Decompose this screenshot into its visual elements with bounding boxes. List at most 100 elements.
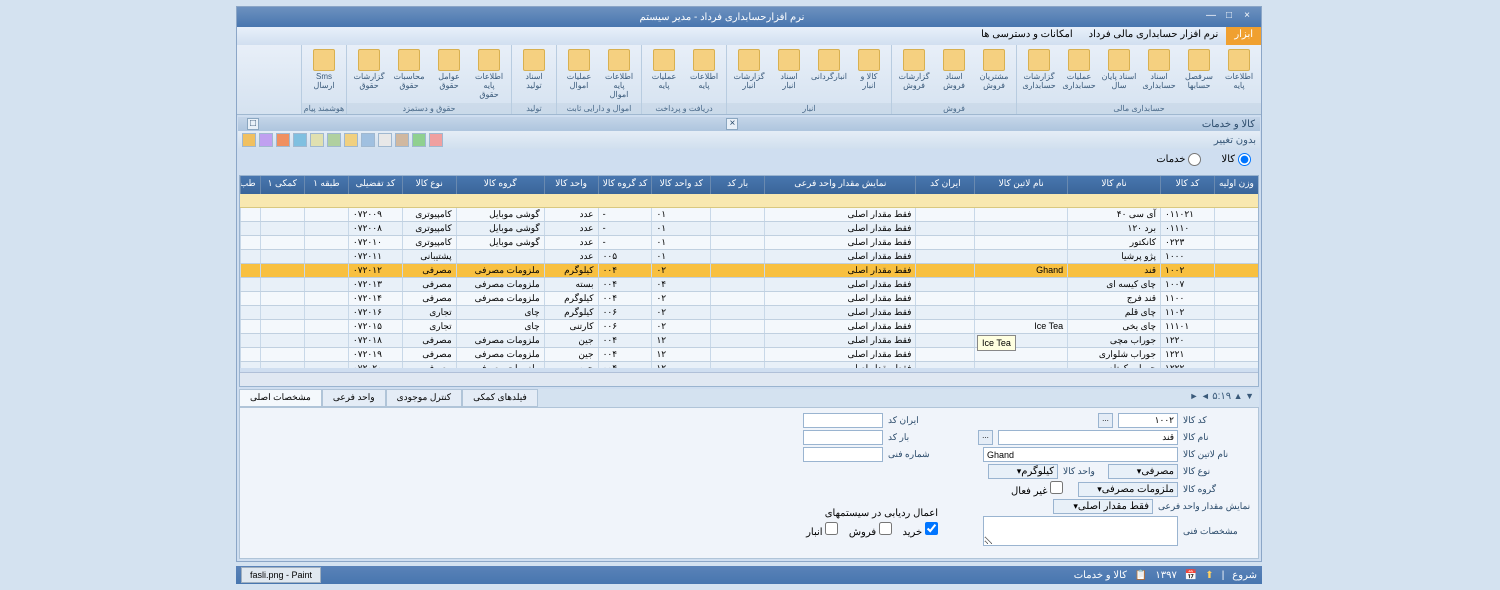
table-row[interactable]: ۱۲۲۱جوراب شلواریفقط مقدار اصلی۱۲۰۰۴جینمل… xyxy=(240,348,1258,362)
btn-lookup[interactable]: ... xyxy=(978,430,993,445)
ribbon-button[interactable]: اطلاعات پایهاموال xyxy=(599,47,639,101)
tool-icon[interactable] xyxy=(259,133,273,147)
close-icon[interactable]: × xyxy=(1240,10,1254,24)
tab-subunit[interactable]: واحد فرعی xyxy=(322,389,386,407)
table-row[interactable]: ۱۲۲۰جوراب مچیفقط مقدار اصلی۱۲۰۰۴جینملزوم… xyxy=(240,334,1258,348)
col-header[interactable]: کد واحد کالا xyxy=(651,176,710,194)
h-scrollbar[interactable] xyxy=(240,372,1258,386)
inp-tech[interactable] xyxy=(983,516,1178,546)
ribbon-button[interactable]: اسناد پایانسال xyxy=(1099,47,1139,101)
ribbon-button[interactable]: عواملحقوق xyxy=(429,47,469,101)
ribbon-button[interactable]: اطلاعات پایهحقوق xyxy=(469,47,509,101)
ribbon-button[interactable]: کالا وانبار xyxy=(849,47,889,101)
table-row[interactable]: ۰۱۱۰۲۱آی سی ۴۰فقط مقدار اصلی۰۱-عددگوشی م… xyxy=(240,208,1258,222)
tab-helper[interactable]: فیلدهای کمکی xyxy=(462,389,538,407)
tab-main[interactable]: مشخصات اصلی xyxy=(239,389,322,407)
col-header[interactable]: نام لاتین کالا xyxy=(974,176,1067,194)
chk-buy[interactable]: خرید xyxy=(902,527,938,538)
col-header[interactable]: کد تفضیلی xyxy=(348,176,402,194)
col-header[interactable]: طب xyxy=(240,176,260,194)
ribbon-button[interactable]: اطلاعاتپایه xyxy=(1219,47,1259,101)
table-row[interactable]: ۱۱۰۰قند فرجفقط مقدار اصلی۰۲۰۰۴کیلوگرمملز… xyxy=(240,292,1258,306)
col-header[interactable]: نمایش مقدار واحد فرعی xyxy=(764,176,915,194)
sub-max-icon[interactable]: □ xyxy=(247,118,259,130)
ribbon-button[interactable]: اسنادتولید xyxy=(514,47,554,101)
chk-inactive[interactable]: غیر فعال xyxy=(1011,481,1063,497)
inp-bar[interactable] xyxy=(803,430,883,445)
ribbon-button[interactable]: اسنادحسابداری xyxy=(1139,47,1179,101)
col-header[interactable]: واحد کالا xyxy=(544,176,598,194)
table-row[interactable]: ۱۰۰۰پژو پرشیافقط مقدار اصلی۰۱۰۰۵عددپشتیب… xyxy=(240,250,1258,264)
radio-services[interactable]: خدمات xyxy=(1156,153,1201,166)
table-row[interactable]: ۱۲۲۲جوراب کوتاهفقط مقدار اصلی۱۲۰۰۴جینملز… xyxy=(240,362,1258,368)
table-row[interactable]: ۱۱۱۰۱چای یخیIce Teaفقط مقدار اصلی۰۲۰۰۶کا… xyxy=(240,320,1258,334)
col-header[interactable]: گروه کالا xyxy=(456,176,544,194)
tool-icon[interactable] xyxy=(395,133,409,147)
col-header[interactable]: کمکی ۱ xyxy=(260,176,304,194)
ribbon-button[interactable]: عملیاتحسابداری xyxy=(1059,47,1099,101)
tool-icon[interactable] xyxy=(276,133,290,147)
menu-tab-access[interactable]: امکانات و دسترسی ها xyxy=(973,27,1081,45)
radio-goods[interactable]: کالا xyxy=(1221,153,1251,166)
ribbon-button[interactable]: سرفصلحسابها xyxy=(1179,47,1219,101)
tool-icon[interactable] xyxy=(310,133,324,147)
col-header[interactable]: کد گروه کالا xyxy=(598,176,652,194)
ribbon-button[interactable]: گزارشاتحقوق xyxy=(349,47,389,101)
ribbon-button[interactable]: اسنادانبار xyxy=(769,47,809,101)
table-row[interactable]: ۱۰۰۷چای کیسه ایفقط مقدار اصلی۰۴۰۰۴بستهمل… xyxy=(240,278,1258,292)
ribbon-button[interactable]: اسنادفروش xyxy=(934,47,974,101)
ribbon-button[interactable]: گزارشاتحسابداری xyxy=(1019,47,1059,101)
tool-icon[interactable] xyxy=(344,133,358,147)
col-header[interactable]: بار کد xyxy=(710,176,764,194)
ribbon-button[interactable]: اطلاعاتپایه xyxy=(684,47,724,101)
ribbon-button[interactable]: Smsارسال xyxy=(304,47,344,101)
dd-unit[interactable]: کیلوگرم ▾ xyxy=(988,464,1058,479)
sub-close-icon[interactable]: × xyxy=(726,118,738,130)
col-header[interactable]: نوع کالا xyxy=(402,176,456,194)
col-header[interactable]: کد کالا xyxy=(1160,176,1214,194)
tool-icon[interactable] xyxy=(242,133,256,147)
tool-icon[interactable] xyxy=(378,133,392,147)
data-grid[interactable]: وزن اولیهکد کالانام کالانام لاتین کالاای… xyxy=(239,175,1259,387)
ribbon-button[interactable]: انبارگردانی xyxy=(809,47,849,101)
grid-body[interactable]: ۰۱۱۰۲۱آی سی ۴۰فقط مقدار اصلی۰۱-عددگوشی م… xyxy=(240,208,1258,368)
tool-icon[interactable] xyxy=(361,133,375,147)
inp-code[interactable] xyxy=(1118,413,1178,428)
tool-icon[interactable] xyxy=(327,133,341,147)
col-header[interactable]: ایران کد xyxy=(915,176,974,194)
taskbar-caption[interactable]: fasli.png - Paint xyxy=(241,567,321,583)
col-header[interactable]: وزن اولیه xyxy=(1214,176,1258,194)
dd-type[interactable]: مصرفی ▾ xyxy=(1108,464,1178,479)
inp-name[interactable] xyxy=(998,430,1178,445)
ribbon-button[interactable]: عملیاتاموال xyxy=(559,47,599,101)
tool-icon[interactable] xyxy=(412,133,426,147)
inp-ser[interactable] xyxy=(803,447,883,462)
chk-stock[interactable]: انبار xyxy=(806,527,838,538)
ribbon-button[interactable]: گزارشاتانبار xyxy=(729,47,769,101)
chk-sell[interactable]: فروش xyxy=(849,527,892,538)
table-row[interactable]: ۰۲۲۳کانکتورفقط مقدار اصلی۰۱-عددگوشی موبا… xyxy=(240,236,1258,250)
table-row[interactable]: ۱۱۰۲چای قلمفقط مقدار اصلی۰۲۰۰۶کیلوگرمچای… xyxy=(240,306,1258,320)
status-start[interactable]: شروع xyxy=(1232,570,1257,581)
tab-stock[interactable]: کنترل موجودی xyxy=(386,389,462,407)
btn-lookup[interactable]: ... xyxy=(1098,413,1113,428)
dd-group[interactable]: ملزومات مصرفی ▾ xyxy=(1078,482,1178,497)
minimize-icon[interactable]: — xyxy=(1204,10,1218,24)
table-row[interactable]: ۰۱۱۱۰برد ۱۲۰فقط مقدار اصلی۰۱-عددگوشی موب… xyxy=(240,222,1258,236)
grid-filter-row[interactable] xyxy=(240,194,1258,208)
dd-sub[interactable]: فقط مقدار اصلی ▾ xyxy=(1053,499,1153,514)
menu-tab-main[interactable]: نرم افزار حسابداری مالی فرداد xyxy=(1081,27,1227,45)
table-row[interactable]: ۱۰۰۲قندGhandفقط مقدار اصلی۰۲۰۰۴کیلوگرممل… xyxy=(240,264,1258,278)
maximize-icon[interactable]: □ xyxy=(1222,10,1236,24)
ribbon-button[interactable]: عملیاتپایه xyxy=(644,47,684,101)
col-header[interactable]: نام کالا xyxy=(1067,176,1160,194)
menu-tab-tools[interactable]: ابزار xyxy=(1226,27,1261,45)
ribbon-button[interactable]: مشتریانفروش xyxy=(974,47,1014,101)
ribbon-button[interactable]: گزارشاتفروش xyxy=(894,47,934,101)
tool-icon[interactable] xyxy=(293,133,307,147)
col-header[interactable]: طبقه ۱ xyxy=(304,176,348,194)
status-win[interactable]: کالا و خدمات xyxy=(1074,570,1127,581)
ribbon-button[interactable]: محاسباتحقوق xyxy=(389,47,429,101)
inp-latin[interactable] xyxy=(983,447,1178,462)
inp-iran[interactable] xyxy=(803,413,883,428)
